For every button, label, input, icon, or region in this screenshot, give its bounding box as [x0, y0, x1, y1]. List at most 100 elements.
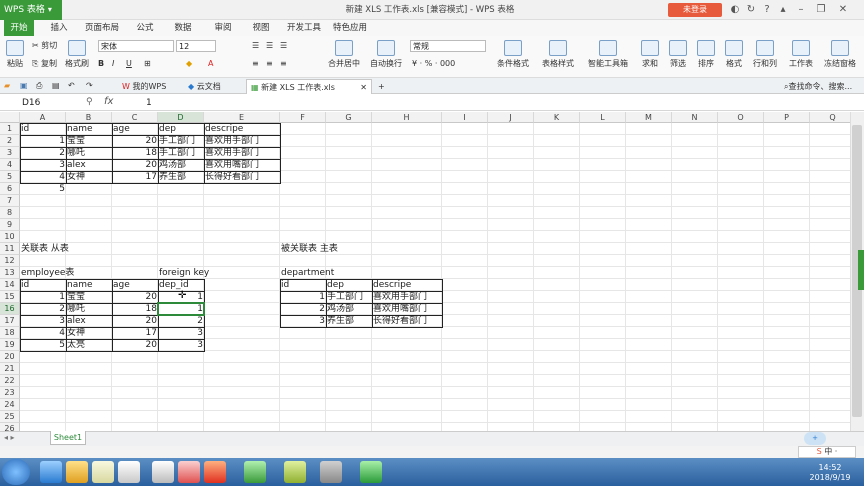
table-cell[interactable]: 养生部 [158, 171, 204, 183]
employee-table-label[interactable]: employee表 [20, 267, 74, 279]
tab-formula[interactable]: 公式 [130, 20, 160, 36]
tab-developer[interactable]: 开发工具 [284, 20, 324, 36]
search-command[interactable]: ⌕查找命令、搜索... [780, 79, 856, 94]
underline-button[interactable]: U [126, 58, 132, 70]
sum-button[interactable]: 求和 [638, 40, 662, 69]
table-header-cell[interactable]: id [20, 123, 66, 135]
sort-button[interactable]: 排序 [694, 40, 718, 69]
section-title-right[interactable]: 被关联表 主表 [280, 243, 338, 255]
tab-home[interactable]: 开始 [4, 20, 34, 36]
table-header-cell[interactable]: age [112, 279, 158, 291]
format-button[interactable]: 格式 [722, 40, 746, 69]
open-folder-icon[interactable]: ▰ [4, 80, 10, 92]
app-icon-2[interactable] [118, 461, 140, 483]
row-header-19[interactable]: 19 [0, 339, 20, 351]
column-header-G[interactable]: G [326, 112, 372, 123]
table-cell[interactable]: 太亮 [66, 339, 112, 351]
table-cell[interactable]: 5 [20, 339, 66, 351]
cond-format-button[interactable]: 条件格式 [494, 40, 532, 69]
row-header-20[interactable]: 20 [0, 351, 20, 363]
table-cell[interactable]: 手工部门 [158, 135, 204, 147]
column-header-C[interactable]: C [112, 112, 158, 123]
row-header-24[interactable]: 24 [0, 399, 20, 411]
table-cell[interactable]: 女神 [66, 327, 112, 339]
currency-icon[interactable]: ¥ · % · 000 [412, 58, 455, 70]
align-left-icon[interactable]: ≡ [252, 58, 259, 70]
row-header-23[interactable]: 23 [0, 387, 20, 399]
sheet-tab-sheet1[interactable]: Sheet1 [50, 431, 86, 445]
align-top-icon[interactable]: ☰ [252, 40, 259, 52]
table-cell[interactable]: 3 [280, 315, 326, 327]
row-header-3[interactable]: 3 [0, 147, 20, 159]
app-icon-8[interactable] [320, 461, 342, 483]
expand-icon[interactable]: ▴ [776, 3, 790, 17]
table-cell[interactable]: 养生部 [326, 315, 372, 327]
table-cell[interactable]: 喜欢用手部门 [204, 135, 280, 147]
table-cell[interactable]: 2 [20, 303, 66, 315]
row-header-9[interactable]: 9 [0, 219, 20, 231]
column-header-N[interactable]: N [672, 112, 718, 123]
tab-data[interactable]: 数据 [168, 20, 198, 36]
table-cell[interactable]: 2 [20, 147, 66, 159]
column-header-Q[interactable]: Q [810, 112, 850, 123]
fill-color-icon[interactable]: ◆ [186, 58, 192, 70]
table-cell[interactable]: 鸡汤部 [326, 303, 372, 315]
table-cell[interactable]: 3 [20, 159, 66, 171]
section-title-left[interactable]: 关联表 从表 [20, 243, 69, 255]
row-header-14[interactable]: 14 [0, 279, 20, 291]
close-tab-icon[interactable]: ✕ [360, 80, 367, 95]
table-cell[interactable]: 手工部门 [326, 291, 372, 303]
print-icon[interactable]: ⎙ [36, 80, 42, 92]
tab-current-file[interactable]: ▦ 新建 XLS 工作表.xls ✕ [246, 79, 372, 94]
select-all-corner[interactable] [0, 112, 20, 123]
column-header-H[interactable]: H [372, 112, 442, 123]
restore-icon[interactable]: ❐ [814, 3, 828, 17]
table-cell[interactable]: 20 [112, 291, 158, 303]
italic-button[interactable]: I [112, 58, 114, 70]
merge-center-button[interactable]: 合并居中 [326, 40, 362, 69]
column-header-F[interactable]: F [280, 112, 326, 123]
row-header-26[interactable]: 26 [0, 423, 20, 431]
column-header-M[interactable]: M [626, 112, 672, 123]
table-cell[interactable]: 4 [20, 327, 66, 339]
row-header-4[interactable]: 4 [0, 159, 20, 171]
wrap-text-button[interactable]: 自动换行 [368, 40, 404, 69]
folder-icon[interactable] [66, 461, 88, 483]
row-header-8[interactable]: 8 [0, 207, 20, 219]
row-header-13[interactable]: 13 [0, 267, 20, 279]
format-painter-button[interactable]: 格式刷 [64, 40, 90, 69]
table-cell[interactable]: alex [66, 315, 112, 327]
align-bottom-icon[interactable]: ☰ [280, 40, 287, 52]
ie-icon[interactable] [40, 461, 62, 483]
table-cell[interactable]: 手工部门 [158, 147, 204, 159]
column-header-D[interactable]: D [158, 112, 204, 123]
table-cell[interactable]: 1 [280, 291, 326, 303]
table-cell[interactable]: 莹莹 [66, 291, 112, 303]
table-header-cell[interactable]: id [20, 279, 66, 291]
table-cell[interactable]: 2 [280, 303, 326, 315]
save-icon[interactable]: ▣ [20, 80, 28, 92]
refresh-icon[interactable]: ↻ [744, 3, 758, 17]
column-header-A[interactable]: A [20, 112, 66, 123]
align-right-icon[interactable]: ≡ [280, 58, 287, 70]
tab-page-layout[interactable]: 页面布局 [82, 20, 122, 36]
paste-button[interactable]: 粘贴 [4, 40, 26, 69]
windows-start-icon[interactable] [2, 459, 30, 485]
table-cell[interactable]: 3 [20, 315, 66, 327]
table-header-cell[interactable]: descripe [372, 279, 442, 291]
table-cell[interactable]: 17 [112, 171, 158, 183]
table-cell[interactable]: 1 [20, 135, 66, 147]
table-cell[interactable]: 20 [112, 159, 158, 171]
sheet-nav-icon[interactable]: ◂ ▸ [4, 433, 15, 442]
table-header-cell[interactable]: name [66, 279, 112, 291]
row-header-15[interactable]: 15 [0, 291, 20, 303]
column-header-E[interactable]: E [204, 112, 280, 123]
formula-input[interactable]: 1 [146, 97, 152, 109]
row-header-2[interactable]: 2 [0, 135, 20, 147]
table-cell[interactable]: 3 [158, 339, 204, 351]
row-col-button[interactable]: 行和列 [750, 40, 780, 69]
table-cell[interactable]: 长得好看部门 [204, 171, 280, 183]
tab-view[interactable]: 视图 [246, 20, 276, 36]
table-header-cell[interactable]: descripe [204, 123, 280, 135]
name-box[interactable]: D16 [22, 97, 80, 109]
